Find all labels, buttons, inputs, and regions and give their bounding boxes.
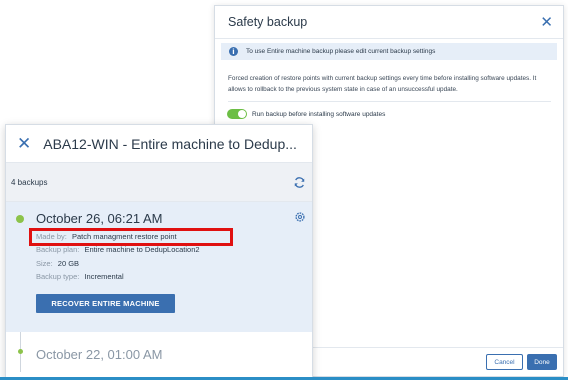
size-label: Size: [36,258,53,268]
timeline-dot [16,215,24,223]
done-button[interactable]: Done [527,354,557,370]
run-backup-toggle[interactable] [227,109,247,119]
backup-date: October 26, 06:21 AM [36,211,163,226]
backup-plan-value: Entire machine to DedupLocation2 [84,245,200,255]
backup-count-bar: 4 backups [6,162,312,202]
size-value: 20 GB [57,258,80,268]
info-banner: i To use Entire machine backup please ed… [221,43,557,60]
divider [228,101,551,102]
dialog-title: Safety backup [228,15,308,29]
backup-item[interactable]: October 22, 01:00 AM [6,332,312,372]
gear-icon[interactable] [294,211,306,223]
backup-type-value: Incremental [84,272,124,282]
dialog-close-icon[interactable]: ✕ [540,15,553,30]
backup-date: October 22, 01:00 AM [36,347,163,362]
size-row: Size: 20 GB [36,257,312,270]
backup-type-row: Backup type: Incremental [36,270,312,283]
dialog-header: Safety backup ✕ [215,6,563,39]
run-backup-toggle-row: Run backup before installing software up… [227,109,563,119]
backup-item-selected[interactable]: October 26, 06:21 AM Made by: Patch mana… [6,202,312,332]
toggle-label: Run backup before installing software up… [252,110,386,118]
backup-type-label: Backup type: [36,272,80,282]
refresh-icon[interactable] [293,176,306,189]
backups-panel: ✕ ABA12-WIN - Entire machine to Dedup...… [5,124,313,380]
info-text: To use Entire machine backup please edit… [246,48,436,55]
dialog-description: Forced creation of restore points with c… [228,75,537,93]
highlight-box [29,228,233,246]
timeline-dot [18,349,23,354]
backup-count: 4 backups [11,177,48,187]
backup-list: October 26, 06:21 AM Made by: Patch mana… [6,202,312,372]
panel-title: ABA12-WIN - Entire machine to Dedup... [43,135,297,152]
close-icon[interactable]: ✕ [17,135,31,152]
cancel-button[interactable]: Cancel [486,354,523,370]
recover-entire-machine-button[interactable]: RECOVER ENTIRE MACHINE [36,293,175,313]
panel-header: ✕ ABA12-WIN - Entire machine to Dedup... [6,125,312,162]
backup-plan-label: Backup plan: [36,245,80,255]
info-icon: i [229,47,238,56]
